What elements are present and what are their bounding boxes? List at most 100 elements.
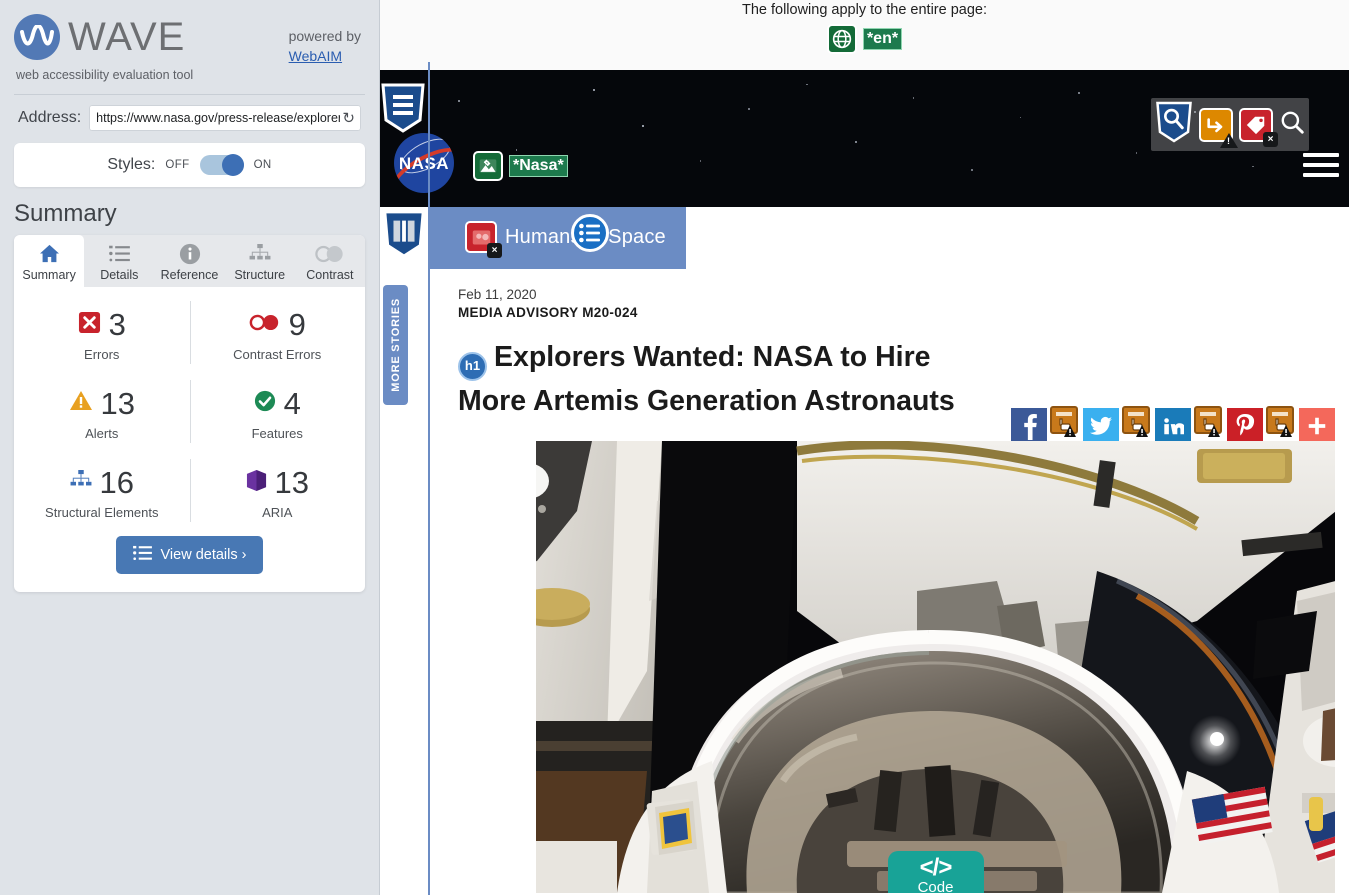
image-alt-text: *Nasa* xyxy=(509,155,568,177)
stat-structural-elements-label: Structural Elements xyxy=(45,505,159,520)
stat-features-label: Features xyxy=(251,426,303,441)
wave-tab-bar: Summary Details Reference Structure Cont… xyxy=(14,235,365,287)
tab-contrast[interactable]: Contrast xyxy=(295,235,365,287)
stat-features[interactable]: 4 Features xyxy=(189,372,366,451)
tab-structure[interactable]: Structure xyxy=(225,235,295,287)
alert-icon xyxy=(69,390,93,417)
stat-alerts[interactable]: 13 Alerts xyxy=(14,372,190,451)
linked-image-icon[interactable] xyxy=(473,151,503,181)
tab-contrast-label: Contrast xyxy=(306,268,354,282)
tab-summary-label: Summary xyxy=(22,268,76,282)
stat-aria-count: 13 xyxy=(274,465,309,500)
stat-alerts-label: Alerts xyxy=(85,426,119,441)
tab-summary[interactable]: Summary xyxy=(14,235,85,287)
powered-by: powered by WebAIM xyxy=(289,26,361,67)
code-icon: </> xyxy=(919,854,953,882)
styles-toggle-switch[interactable] xyxy=(199,154,244,176)
code-button-label: Code xyxy=(917,879,954,894)
suspicious-link-icon-1[interactable] xyxy=(1049,405,1081,446)
language-icon[interactable] xyxy=(826,24,857,54)
search-structure-icon[interactable] xyxy=(1155,100,1193,149)
close-badge: × xyxy=(487,243,502,258)
linked-image-annotation: *Nasa* xyxy=(473,151,568,181)
close-badge: × xyxy=(1263,131,1278,147)
search-icon[interactable] xyxy=(1279,109,1305,140)
heading-structure-icon[interactable] xyxy=(380,82,426,139)
summary-stats: 3 Errors 9 Contrast Errors 13 Alerts 4 F… xyxy=(14,287,365,592)
entire-page-note-text: The following apply to the entire page: xyxy=(741,2,988,18)
tab-details-label: Details xyxy=(100,268,139,282)
wave-header: WAVE web accessibility evaluation tool p… xyxy=(0,0,379,82)
stat-errors-label: Errors xyxy=(84,347,120,362)
stat-aria[interactable]: 13 ARIA xyxy=(189,451,366,530)
twitter-share-button[interactable] xyxy=(1083,407,1119,444)
stat-contrast-errors-label: Contrast Errors xyxy=(233,347,322,362)
wave-tagline: web accessibility evaluation tool xyxy=(16,68,194,82)
list-icon xyxy=(132,545,152,565)
info-icon xyxy=(155,241,223,266)
article: Feb 11, 2020 MEDIA ADVISORY M20-024 h1 Ex… xyxy=(380,269,1349,894)
stat-aria-label: ARIA xyxy=(262,505,293,520)
stat-row-1: 3 Errors 9 Contrast Errors xyxy=(14,293,365,372)
stat-row-3: 16 Structural Elements 13 ARIA xyxy=(14,451,365,530)
view-details-button[interactable]: View details › xyxy=(115,536,264,574)
address-label: Address: xyxy=(18,109,82,126)
stat-alerts-count: 13 xyxy=(100,386,135,421)
breadcrumb[interactable]: × Humans in Space xyxy=(465,221,666,258)
suspicious-link-icon-2[interactable] xyxy=(1121,405,1153,446)
page-title: h1 Explorers Wanted: NASA to Hire More Ar… xyxy=(458,337,978,421)
suspicious-link-icon-3[interactable] xyxy=(1193,405,1225,446)
stat-errors-count: 3 xyxy=(108,307,126,342)
tab-structure-label: Structure xyxy=(234,268,286,282)
home-icon xyxy=(15,241,83,266)
address-input[interactable] xyxy=(96,111,341,125)
stat-errors[interactable]: 3 Errors xyxy=(14,293,190,372)
tab-details[interactable]: Details xyxy=(84,235,154,287)
summary-heading: Summary xyxy=(14,200,117,227)
tag-icon[interactable]: × xyxy=(1239,107,1278,147)
pinterest-share-button[interactable] xyxy=(1227,407,1263,444)
article-title-row: h1 Explorers Wanted: NASA to Hire More Ar… xyxy=(458,337,1349,444)
hamburger-menu-icon[interactable] xyxy=(1303,153,1339,177)
more-share-button[interactable] xyxy=(1299,407,1335,444)
styles-toggle-card: Styles: OFF ON xyxy=(14,143,365,187)
tab-reference-label: Reference xyxy=(160,268,219,282)
entire-page-note: The following apply to the entire page: … xyxy=(380,0,1349,70)
facebook-share-button[interactable] xyxy=(1011,407,1047,444)
redirect-icon[interactable] xyxy=(1199,107,1238,148)
contrast-icon xyxy=(296,241,364,266)
nasa-meatball-logo[interactable]: NASA xyxy=(394,133,454,193)
stat-contrast-errors[interactable]: 9 Contrast Errors xyxy=(189,293,366,372)
reload-icon[interactable]: ↻ xyxy=(340,111,357,126)
stat-features-count: 4 xyxy=(283,386,301,421)
stat-structural-elements-count: 16 xyxy=(99,465,134,500)
address-box[interactable]: ↻ xyxy=(89,105,361,131)
structure-icon xyxy=(226,241,294,266)
powered-by-label: powered by xyxy=(288,28,361,44)
error-icon xyxy=(78,311,101,339)
tab-reference[interactable]: Reference xyxy=(154,235,224,287)
styles-toggle-knob[interactable] xyxy=(221,154,244,176)
article-date: Feb 11, 2020 xyxy=(458,287,537,302)
region-structure-icon[interactable] xyxy=(382,209,426,264)
screenshot-root: WAVE web accessibility evaluation tool p… xyxy=(0,0,1349,895)
list-structure-icon[interactable] xyxy=(571,214,609,252)
broken-image-icon[interactable]: × xyxy=(465,221,502,258)
code-button[interactable]: </> Code xyxy=(887,851,984,894)
contrast-error-icon xyxy=(249,314,281,336)
feature-icon xyxy=(254,390,276,417)
linkedin-share-button[interactable] xyxy=(1155,407,1191,444)
breadcrumb-strip: × Humans in Space xyxy=(380,207,1349,269)
webaim-link[interactable]: WebAIM xyxy=(289,48,342,64)
entire-page-icons: *en* xyxy=(826,24,903,54)
stat-structural-elements[interactable]: 16 Structural Elements xyxy=(14,451,190,530)
astronaut-helmet-visor-photo: </> Code xyxy=(536,441,1335,894)
page-title-text: Explorers Wanted: NASA to Hire More Arte… xyxy=(458,341,955,417)
h1-structure-icon[interactable]: h1 xyxy=(458,351,487,381)
stat-contrast-errors-count: 9 xyxy=(288,307,306,342)
stat-row-2: 13 Alerts 4 Features xyxy=(14,372,365,451)
warning-badge xyxy=(1220,132,1238,148)
summary-panel: Summary Details Reference Structure Cont… xyxy=(14,235,365,592)
suspicious-link-icon-4[interactable] xyxy=(1265,405,1297,446)
nasa-site-header: NASA *Nasa* ! × xyxy=(380,70,1349,207)
